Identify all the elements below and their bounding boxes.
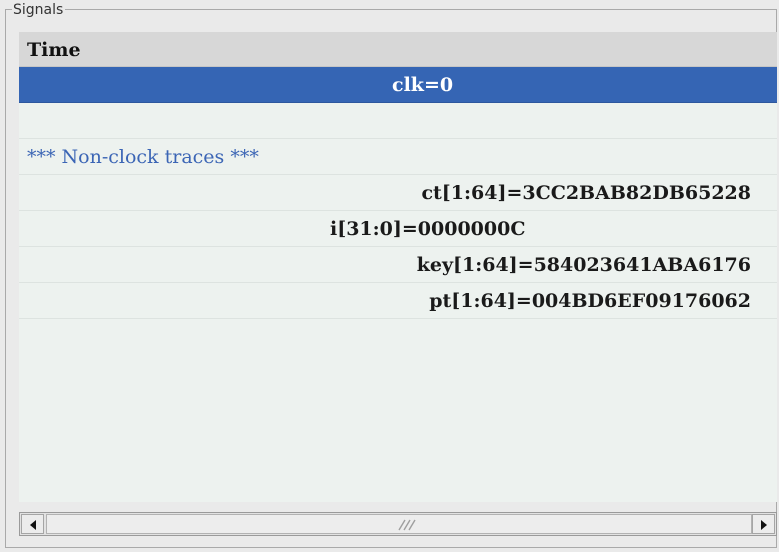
- signal-row-i[interactable]: i[31:0]=0000000C: [19, 211, 777, 247]
- signal-row-label: i[31:0]=0000000C: [330, 218, 526, 240]
- non-clock-traces-label: *** Non-clock traces ***: [27, 146, 259, 168]
- time-header[interactable]: Time: [19, 32, 777, 67]
- signal-list[interactable]: Time clk=0 *** Non-clock traces *** ct[1…: [19, 32, 777, 502]
- grip-icon: [398, 519, 416, 531]
- signal-row-clk[interactable]: clk=0: [19, 67, 777, 103]
- horizontal-scrollbar[interactable]: [19, 512, 777, 536]
- signal-row-ct[interactable]: ct[1:64]=3CC2BAB82DB65228: [19, 175, 777, 211]
- arrow-right-icon: [761, 520, 767, 530]
- signals-panel-title: Signals: [12, 2, 66, 18]
- scroll-thumb[interactable]: [46, 514, 752, 534]
- scroll-right-button[interactable]: [752, 514, 775, 534]
- signal-row-label: pt[1:64]=004BD6EF09176062: [429, 290, 751, 312]
- signal-row-empty[interactable]: [19, 103, 777, 139]
- time-header-label: Time: [27, 39, 81, 61]
- arrow-left-icon: [30, 520, 36, 530]
- signal-row-pt[interactable]: pt[1:64]=004BD6EF09176062: [19, 283, 777, 319]
- scroll-left-button[interactable]: [21, 514, 44, 534]
- signal-row-label: key[1:64]=584023641ABA6176: [416, 254, 751, 276]
- signal-row-label: ct[1:64]=3CC2BAB82DB65228: [421, 182, 751, 204]
- signal-row-key[interactable]: key[1:64]=584023641ABA6176: [19, 247, 777, 283]
- signal-row-label: clk=0: [392, 74, 454, 96]
- signal-row-comment[interactable]: *** Non-clock traces ***: [19, 139, 777, 175]
